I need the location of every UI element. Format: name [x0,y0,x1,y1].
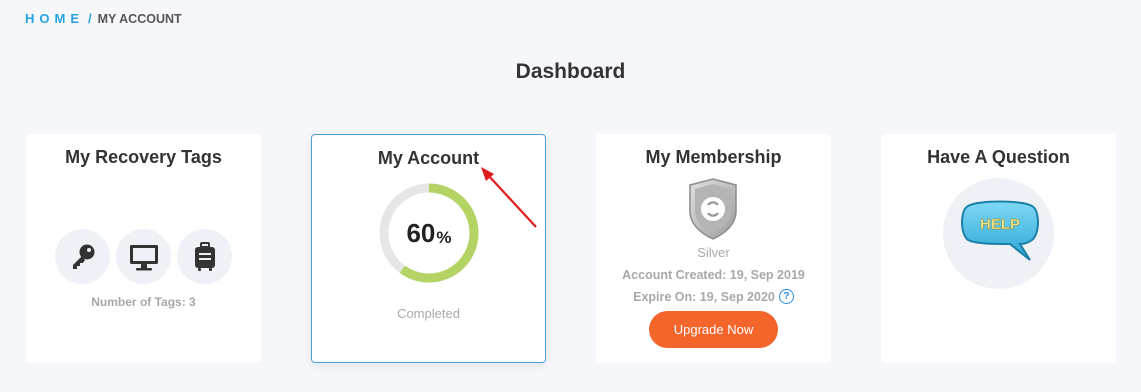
expire-date-row: Expire On: 19, Sep 2020 ? [596,289,831,304]
progress-status: Completed [397,306,460,321]
help-bubble-text: HELP [980,216,1020,233]
tag-icons [55,229,232,284]
have-a-question-card[interactable]: Have A Question HELP [881,134,1116,363]
progress-unit: % [436,227,452,247]
breadcrumb-separator: / [88,11,92,26]
recovery-tags-card[interactable]: My Recovery Tags Number of Tags: 3 [26,134,261,363]
breadcrumb: HOME / MY ACCOUNT [25,11,182,26]
breadcrumb-current: MY ACCOUNT [97,11,182,26]
page-title: Dashboard [515,60,626,83]
monitor-icon[interactable] [116,229,171,284]
progress-value: 60 [406,217,436,248]
silver-shield-icon [689,178,737,240]
tags-count: Number of Tags: 3 [91,295,196,309]
breadcrumb-home-link[interactable]: HOME [25,11,84,26]
membership-card[interactable]: My Membership Silver Account Created: 19… [596,134,831,363]
account-created-date: Account Created: 19, Sep 2019 [622,268,805,282]
card-title: My Account [377,148,480,168]
upgrade-now-button[interactable]: Upgrade Now [649,311,778,348]
card-title: Have A Question [927,147,1070,167]
my-account-card[interactable]: My Account 60% Completed [311,134,546,363]
card-title: My Membership [645,147,782,167]
help-bubble-icon[interactable]: HELP [958,200,1042,266]
key-icon[interactable] [55,229,110,284]
card-title: My Recovery Tags [65,147,222,167]
luggage-icon[interactable] [177,229,232,284]
membership-level: Silver [697,245,730,260]
progress-label: 60% [378,182,480,284]
expire-date: Expire On: 19, Sep 2020 [633,289,775,304]
question-circle-icon[interactable]: ? [778,289,794,304]
